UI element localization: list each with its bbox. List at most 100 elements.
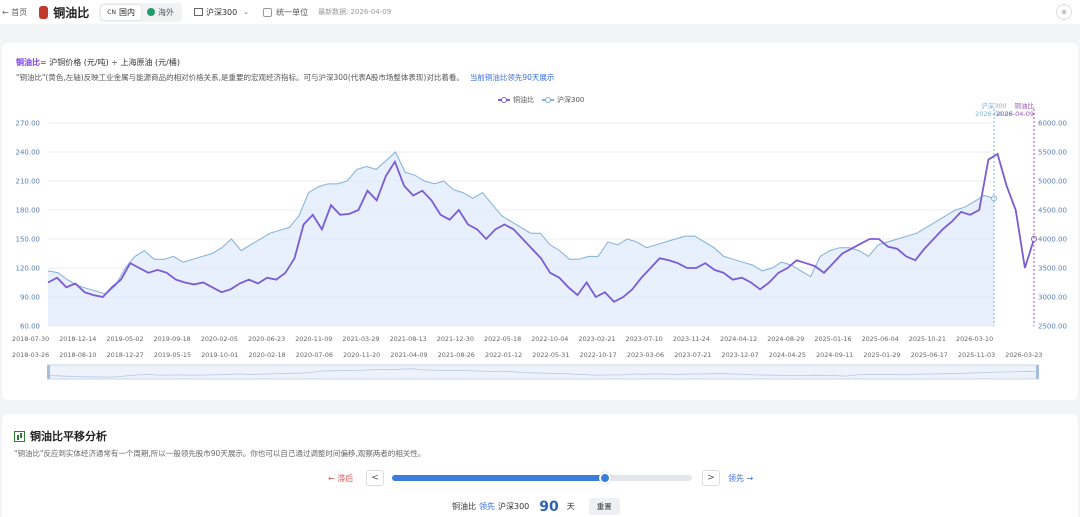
globe-icon [146, 8, 155, 16]
left-axis-tick-label: 210.00 [16, 178, 41, 186]
left-axis-tick-label: 120.00 [16, 265, 41, 273]
left-axis-tick-label: 60.00 [20, 323, 40, 331]
right-axis-tick-label: 3000.00 [1038, 294, 1067, 302]
data-updated: 最新数据: 2026-04-09 [316, 7, 391, 17]
days-value: 90 [539, 498, 559, 515]
reset-button[interactable]: 重置 [588, 498, 620, 515]
right-axis-tick-label: 6000.00 [1038, 120, 1067, 128]
app-logo-icon [39, 5, 49, 19]
x-axis-tick-label: 2018-12-27 [107, 351, 144, 359]
shift-analysis-card: 铜油比平移分析 "铜油比"反应到实体经济通常有一个周期,所以一般领先股市90天展… [2, 414, 1078, 517]
shift-slider[interactable] [392, 472, 692, 484]
lag-label: ← 滞后 [328, 474, 354, 483]
x-axis-tick-label: 2021-03-29 [342, 335, 379, 343]
x-axis-tick-label: 2023-02-21 [578, 335, 615, 343]
chart-card: 铜油比 = 沪铜价格 (元/吨) ÷ 上海原油 (元/桶) "铜油比"(黄色,左… [2, 43, 1078, 400]
date-marker-label: 铜油比 [1015, 101, 1035, 110]
section-title-text: 铜油比平移分析 [30, 430, 107, 443]
tab-overseas-label: 海外 [157, 7, 174, 17]
right-axis-tick-label: 4000.00 [1038, 236, 1067, 244]
page-title: 铜油比 [53, 5, 90, 20]
x-axis-tick-label: 2021-04-09 [390, 351, 427, 359]
x-axis-tick-label: 2023-03-06 [627, 351, 664, 359]
index-select-value: 沪深300 [205, 7, 238, 17]
x-axis-tick-label: 2025-01-16 [814, 335, 851, 343]
x-axis-tick-label: 2023-07-21 [674, 351, 711, 359]
x-axis-tick-label: 2018-07-30 [12, 335, 49, 343]
shift-slider-row: ← 滞后 < > 领先 → [2, 470, 1078, 486]
tab-overseas[interactable]: 海外 [141, 5, 180, 20]
top-bar: ← 首页 铜油比 CN 国内 海外 沪深300 ⌄ 统一单位 最新数据: 2026… [0, 0, 1080, 24]
updated-date: 2026-04-09 [350, 8, 392, 16]
x-axis-tick-label: 2021-08-13 [390, 335, 427, 343]
x-axis-tick-label: 2025-01-29 [863, 351, 900, 359]
slider-thumb[interactable] [599, 472, 611, 484]
bar-chart-icon [14, 430, 25, 442]
x-axis-tick-label: 2025-10-21 [909, 335, 946, 343]
chevron-down-icon: ⌄ [243, 8, 250, 16]
zoom-slider [47, 364, 1039, 380]
checkbox-box[interactable] [263, 7, 273, 17]
x-axis-tick-label: 2019-05-02 [106, 335, 143, 343]
section-title: 铜油比平移分析 [14, 428, 107, 444]
section-description: "铜油比"反应到实体经济通常有一个周期,所以一般领先股市90天展示。你也可以自己… [14, 449, 426, 458]
shift-summary: 铜油比 领先 沪深300 90 天 重置 [452, 498, 620, 515]
x-axis-tick-label: 2025-06-04 [862, 335, 899, 343]
tab-domestic[interactable]: CN 国内 [101, 4, 141, 20]
index-icon [193, 8, 203, 16]
x-axis-tick-label: 2025-06-17 [911, 351, 948, 359]
ratio-chart[interactable]: 60.00 90.00 120.00 150.00 180.00 210.00 240.00… [2, 43, 1078, 400]
summary-index: 沪深300 [498, 502, 530, 511]
x-axis-tick-label: 2024-04-25 [769, 351, 806, 359]
market-toggle: CN 国内 海外 [99, 2, 182, 22]
left-axis-tick-label: 150.00 [16, 236, 41, 244]
tab-domestic-label: 国内 [118, 7, 135, 17]
x-axis-tick-label: 2023-12-07 [722, 351, 759, 359]
left-axis-tick-label: 240.00 [16, 149, 41, 157]
x-axis-tick-label: 2024-08-29 [767, 335, 804, 343]
x-axis-tick-label: 2026-03-10 [956, 335, 993, 343]
x-axis-tick-label: 2021-08-26 [438, 351, 475, 359]
x-axis-tick-label: 2025-11-03 [958, 351, 995, 359]
x-axis-tick-label: 2020-02-05 [201, 335, 238, 343]
theme-toggle-button[interactable]: ✳ [1056, 4, 1072, 20]
x-axis-tick-label: 2019-09-18 [154, 335, 191, 343]
left-axis-tick-label: 270.00 [16, 120, 41, 128]
cn-flag-icon: CN [107, 8, 116, 16]
next-step-button[interactable]: > [702, 470, 720, 486]
right-axis-tick-label: 5000.00 [1038, 178, 1067, 186]
left-axis-tick-label: 180.00 [16, 207, 41, 215]
right-axis-tick-label: 2500.00 [1038, 323, 1067, 331]
unify-units-checkbox[interactable]: 统一单位 [263, 7, 308, 18]
index-select[interactable]: 沪深300 ⌄ [193, 7, 250, 18]
prev-step-button[interactable]: < [366, 470, 384, 486]
x-axis-tick-label: 2021-12-30 [437, 335, 474, 343]
x-axis-tick-label: 2024-09-11 [816, 351, 853, 359]
x-axis-tick-label: 2018-03-26 [12, 351, 49, 359]
chevron-right-icon: > [707, 473, 715, 483]
x-axis-tick-label: 2022-05-31 [532, 351, 569, 359]
zoom-handle-left [47, 365, 50, 379]
x-axis-tick-label: 2020-06-23 [248, 335, 285, 343]
sun-icon: ✳ [1060, 7, 1068, 17]
right-axis-tick-label: 3500.00 [1038, 265, 1067, 273]
zoom-handle-right [1036, 365, 1039, 379]
chevron-left-icon: < [371, 473, 379, 483]
summary-lead: 领先 [479, 502, 495, 511]
slider-fill [392, 475, 605, 481]
lead-label: 领先 → [728, 474, 754, 483]
x-axis-tick-label: 2022-01-12 [485, 351, 522, 359]
back-home-link[interactable]: ← 首页 [0, 7, 27, 18]
x-axis-tick-label: 2022-10-04 [531, 335, 568, 343]
unify-units-label: 统一单位 [276, 7, 309, 17]
x-axis-tick-label: 2018-12-14 [59, 335, 96, 343]
x-axis-tick-label: 2023-07-10 [626, 335, 663, 343]
x-axis-tick-label: 2020-11-20 [343, 351, 380, 359]
x-axis-tick-label: 2024-04-12 [720, 335, 757, 343]
x-axis-tick-label: 2023-11-24 [673, 335, 710, 343]
left-axis-tick-label: 90.00 [20, 294, 40, 302]
x-axis-tick-label: 2018-08-10 [59, 351, 96, 359]
days-unit: 天 [566, 502, 575, 511]
x-axis-tick-label: 2022-10-17 [580, 351, 617, 359]
right-axis-tick-label: 5500.00 [1038, 149, 1067, 157]
